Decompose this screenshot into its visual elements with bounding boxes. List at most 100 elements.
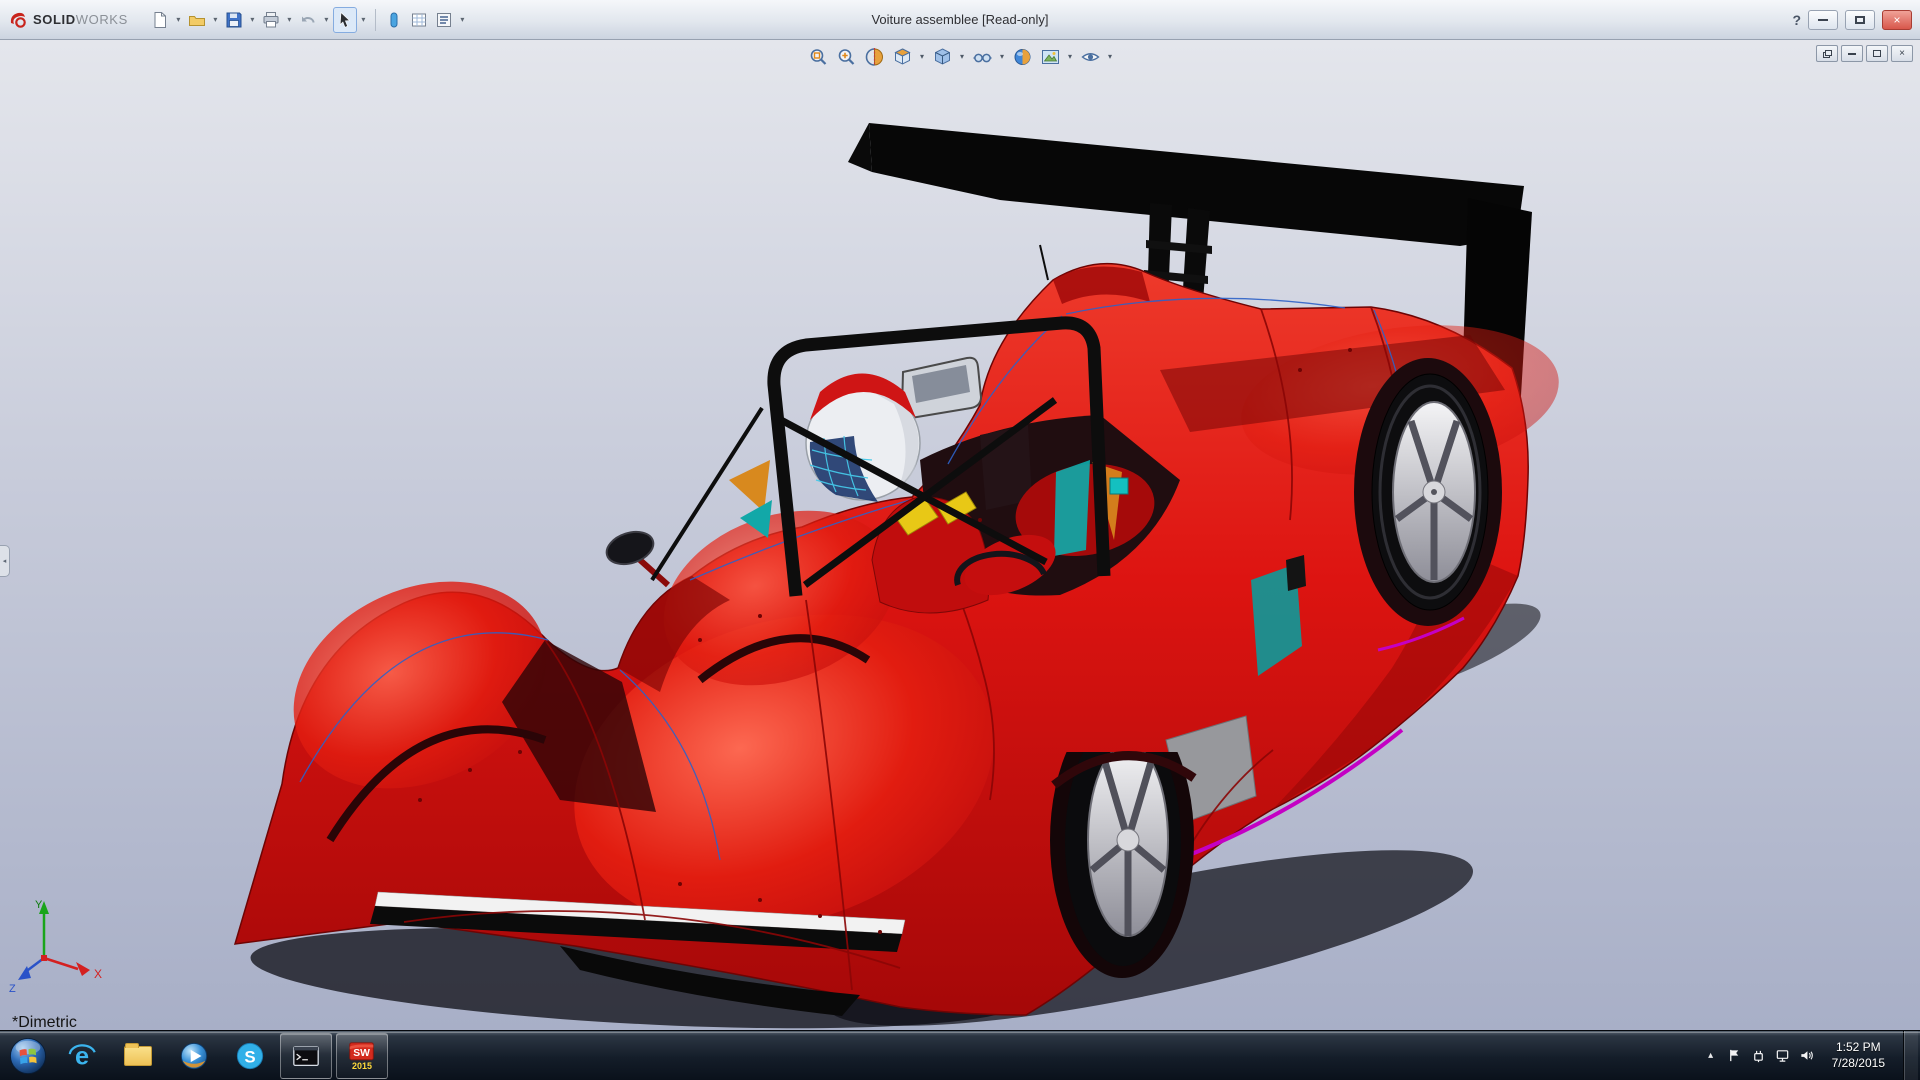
document-restore-icon <box>1873 50 1881 57</box>
hide-show-glasses-icon <box>972 47 992 67</box>
solidworks-window: Voiture assemblee [Read-only] SOLIDWORKS… <box>0 0 1920 1080</box>
save-floppy-icon <box>225 11 243 29</box>
volume-speaker-icon <box>1799 1048 1814 1063</box>
apply-scene-button[interactable] <box>1037 44 1064 69</box>
taskbar-internet-explorer[interactable]: e <box>56 1033 108 1079</box>
clock-date: 7/28/2015 <box>1832 1056 1885 1072</box>
internet-explorer-icon: e <box>67 1041 97 1071</box>
view-orientation-cube-icon <box>892 47 912 67</box>
minimize-button[interactable] <box>1808 10 1838 30</box>
taskbar-solidworks[interactable]: SW 2015 <box>336 1033 388 1079</box>
system-tray: ▴ <box>1704 1031 1920 1080</box>
undo-icon <box>299 11 317 29</box>
solidworks-year: 2015 <box>352 1061 372 1071</box>
print-button[interactable] <box>259 7 283 33</box>
appearance-swatch-icon <box>385 11 403 29</box>
minimize-icon <box>1818 19 1828 21</box>
edit-appearance-ball-icon <box>1012 47 1032 67</box>
start-button[interactable] <box>0 1031 56 1080</box>
apply-scene-dropdown[interactable]: ▾ <box>1065 52 1076 61</box>
display-style-button[interactable] <box>929 44 956 69</box>
show-desktop-button[interactable] <box>1903 1031 1918 1080</box>
clock-time: 1:52 PM <box>1832 1040 1885 1056</box>
new-document-dropdown[interactable]: ▾ <box>173 15 184 24</box>
view-settings-dropdown[interactable]: ▾ <box>1105 52 1116 61</box>
edit-appearance-button[interactable] <box>1009 44 1036 69</box>
show-hidden-icons-button[interactable]: ▴ <box>1704 1050 1718 1061</box>
sheet-format-icon <box>410 11 428 29</box>
view-orientation-label: *Dimetric <box>12 1014 77 1030</box>
taskbar-skype[interactable]: S <box>224 1033 276 1079</box>
section-view-button[interactable] <box>861 44 888 69</box>
document-window-controls: × <box>1816 45 1913 62</box>
options-button[interactable] <box>432 7 456 33</box>
select-dropdown[interactable]: ▾ <box>358 15 369 24</box>
appearance-swatch-button[interactable] <box>382 7 406 33</box>
save-dropdown[interactable]: ▾ <box>247 15 258 24</box>
display-style-icon <box>932 47 952 67</box>
taskbar-pinned-items: e <box>56 1031 388 1080</box>
zoom-to-fit-icon <box>808 47 828 67</box>
save-button[interactable] <box>222 7 246 33</box>
network-button[interactable] <box>1775 1048 1790 1063</box>
network-monitor-icon <box>1775 1048 1790 1063</box>
volume-button[interactable] <box>1799 1048 1814 1063</box>
titlebar-toolbar: ▾ ▾ ▾ <box>148 7 468 33</box>
view-orientation-dropdown[interactable]: ▾ <box>917 52 928 61</box>
select-cursor-icon <box>336 11 354 29</box>
select-button[interactable] <box>333 7 357 33</box>
triad-y-label: Y <box>35 899 43 911</box>
taskbar-clock[interactable]: 1:52 PM 7/28/2015 <box>1823 1040 1894 1071</box>
new-document-button[interactable] <box>148 7 172 33</box>
options-dropdown[interactable]: ▾ <box>457 15 468 24</box>
document-close-button[interactable]: × <box>1891 45 1913 62</box>
zoom-to-fit-button[interactable] <box>805 44 832 69</box>
dassault-logo-icon <box>8 10 28 30</box>
print-dropdown[interactable]: ▾ <box>284 15 295 24</box>
power-plug-icon <box>1751 1048 1766 1063</box>
feature-panel-flyout-tab[interactable]: ◂ <box>0 545 10 577</box>
close-button[interactable]: × <box>1882 10 1912 30</box>
hide-show-items-button[interactable] <box>969 44 996 69</box>
undo-button[interactable] <box>296 7 320 33</box>
taskbar-media-player[interactable] <box>168 1033 220 1079</box>
view-settings-eye-icon <box>1080 47 1100 67</box>
section-view-icon <box>864 47 884 67</box>
media-player-icon <box>179 1041 209 1071</box>
undo-dropdown[interactable]: ▾ <box>321 15 332 24</box>
brand-solid: SOLID <box>33 12 76 27</box>
open-dropdown[interactable]: ▾ <box>210 15 221 24</box>
maximize-button[interactable] <box>1845 10 1875 30</box>
hide-show-items-dropdown[interactable]: ▾ <box>997 52 1008 61</box>
options-list-icon <box>435 11 453 29</box>
graphics-viewport[interactable]: ▾ ▾ ▾ <box>0 40 1920 1030</box>
open-button[interactable] <box>185 7 209 33</box>
document-restore-button[interactable] <box>1866 45 1888 62</box>
windows-taskbar: e <box>0 1030 1920 1080</box>
skype-icon: S <box>235 1041 265 1071</box>
action-center-button[interactable] <box>1727 1048 1742 1063</box>
taskbar-windows-explorer[interactable] <box>112 1033 164 1079</box>
windows-start-orb-icon <box>9 1037 47 1075</box>
zoom-to-area-button[interactable] <box>833 44 860 69</box>
display-style-dropdown[interactable]: ▾ <box>957 52 968 61</box>
solidworks-logo: SOLIDWORKS <box>0 10 138 30</box>
view-orientation-button[interactable] <box>889 44 916 69</box>
sheet-format-button[interactable] <box>407 7 431 33</box>
power-button[interactable] <box>1751 1048 1766 1063</box>
cascade-icon <box>1823 50 1832 58</box>
document-minimize-button[interactable] <box>1841 45 1863 62</box>
taskbar-command-prompt[interactable] <box>280 1033 332 1079</box>
skype-letter: S <box>244 1048 255 1067</box>
command-prompt-icon <box>291 1041 321 1071</box>
triad-z-label: Z <box>9 983 16 995</box>
document-cascade-button[interactable] <box>1816 45 1838 62</box>
print-icon <box>262 11 280 29</box>
maximize-icon <box>1855 16 1865 24</box>
new-document-icon <box>151 11 169 29</box>
view-settings-button[interactable] <box>1077 44 1104 69</box>
triad-x-label: X <box>94 967 102 981</box>
orientation-triad: Y X Z <box>6 896 116 996</box>
solidworks-letters: SW <box>353 1048 370 1059</box>
help-button[interactable]: ? <box>1792 12 1801 28</box>
